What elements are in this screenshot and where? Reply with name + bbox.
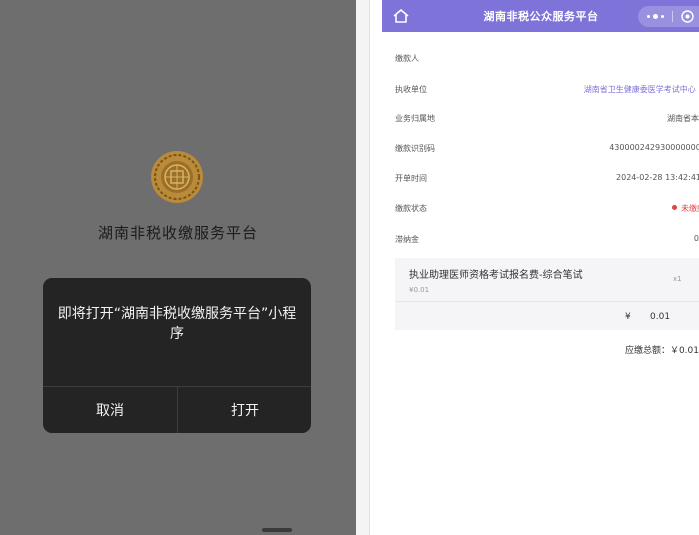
collecting-unit-link[interactable]: 湖南省卫生健康委医学考试中心 >	[584, 84, 699, 95]
field-value: 0	[693, 234, 699, 243]
field-label: 业务归属地	[395, 114, 435, 123]
field-issue-time: 开单时间 2024-02-28 13:42:41	[370, 173, 699, 193]
left-phone-screen: 湖南非税收缴服务平台 即将打开“湖南非税收缴服务平台”小程序 取消 打开	[0, 0, 356, 535]
status-dot-icon	[672, 205, 677, 210]
screenshot-canvas: 湖南非税收缴服务平台 即将打开“湖南非税收缴服务平台”小程序 取消 打开 湖南非…	[0, 0, 699, 535]
open-button[interactable]: 打开	[178, 386, 311, 433]
emblem-logo	[151, 151, 203, 203]
capsule-divider	[672, 11, 673, 22]
field-payment-code: 缴款识别码 43000024293000000036	[370, 143, 699, 163]
field-value: 2024-02-28 13:42:41	[616, 173, 699, 182]
panel-gap	[356, 0, 370, 535]
field-late-fee: 滞纳金 0	[370, 234, 699, 254]
status-badge: 未缴款	[672, 203, 699, 214]
target-close-icon[interactable]	[681, 10, 694, 23]
field-value: 43000024293000000036	[609, 143, 699, 152]
nav-bar: 湖南非税公众服务平台	[382, 0, 699, 32]
app-name: 湖南非税收缴服务平台	[97, 224, 258, 242]
item-divider	[395, 301, 699, 302]
field-label: 缴款状态	[395, 204, 427, 213]
field-label: 缴款人	[395, 54, 419, 63]
field-label: 开单时间	[395, 174, 427, 183]
item-name: 执业助理医师资格考试报名费-综合笔试	[409, 270, 583, 281]
field-payment-status: 缴款状态 未缴款	[370, 203, 699, 223]
field-business-region: 业务归属地 湖南省本级	[370, 113, 699, 133]
home-indicator	[262, 528, 292, 532]
status-text: 未缴款	[681, 204, 699, 213]
item-currency: ¥	[625, 312, 631, 322]
mini-program-capsule	[638, 6, 699, 27]
total-amount: 应缴总额：￥0.01	[624, 346, 699, 356]
bottom-area	[370, 515, 699, 535]
open-mini-program-dialog: 即将打开“湖南非税收缴服务平台”小程序 取消 打开	[43, 278, 311, 433]
item-quantity: x1	[673, 275, 682, 283]
item-amount: 0.01	[650, 312, 671, 322]
field-collecting-unit[interactable]: 执收单位 湖南省卫生健康委医学考试中心 >	[370, 84, 699, 104]
right-phone-screen: 湖南非税公众服务平台 缴款人 执收单位 湖南省卫生健康委医学考试中心 > 业务归…	[370, 0, 699, 535]
field-label: 执收单位	[395, 85, 427, 94]
fee-item-card: 执业助理医师资格考试报名费-综合笔试 ¥0.01 x1 ¥ 0.01	[395, 258, 699, 330]
field-payer: 缴款人	[370, 53, 699, 73]
field-value: 湖南省本级	[667, 114, 699, 123]
field-label: 缴款识别码	[395, 144, 435, 153]
item-unit-price: ¥0.01	[409, 286, 430, 294]
cancel-button[interactable]: 取消	[43, 386, 177, 433]
dialog-message: 即将打开“湖南非税收缴服务平台”小程序	[57, 306, 297, 342]
more-dots-icon[interactable]	[638, 6, 672, 27]
field-label: 滞纳金	[395, 235, 419, 244]
